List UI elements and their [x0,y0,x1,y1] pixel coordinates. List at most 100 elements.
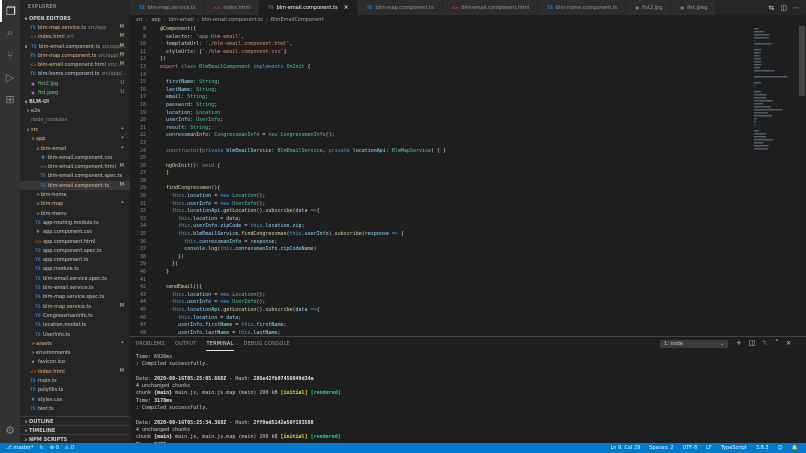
new-terminal-icon[interactable]: + [736,339,742,348]
breadcrumb-item[interactable]: BlmEmailComponent [271,17,324,23]
file-item[interactable]: <>index.html M [20,367,130,376]
project-header[interactable]: v BLM-UI [20,97,130,106]
editor-tab[interactable]: TS blm-email.component.ts × [259,0,358,15]
code-line[interactable]: 21 result: String; [130,125,806,133]
code-line[interactable]: 15 firstName: String; [130,79,806,87]
code-line[interactable]: 26 ngOnInit(): void { [130,163,806,171]
file-item[interactable]: <>app.component.html [20,237,130,246]
sync-icon[interactable]: ↻ [40,443,44,453]
panel-tab[interactable]: DEBUG CONSOLE [244,337,290,351]
file-item[interactable]: # blm-email.component.css [20,153,130,162]
file-item[interactable]: ★ favicon.ico [20,357,130,366]
breadcrumb-item[interactable]: src [136,17,143,23]
code-line[interactable]: 46 this.location = data; [130,315,806,323]
file-item[interactable]: TS main.ts [20,376,130,385]
file-item[interactable]: TS blm-map.service.spec.ts [20,292,130,301]
code-line[interactable]: 42 sendEmail(){ [130,284,806,292]
file-item[interactable]: TS polyfills.ts [20,385,130,394]
errors-count[interactable]: ⊗ 0 [50,443,59,453]
open-editor-item[interactable]: <>index.html src M [20,32,130,41]
file-item[interactable]: TS test.ts [20,404,130,413]
file-item[interactable]: TS blm-email.service.spec.ts [20,274,130,283]
code-line[interactable]: 20 userInfo: UserInfo; [130,117,806,125]
maximize-panel-icon[interactable]: ˄ [775,339,779,348]
source-control-icon[interactable]: ⑂ [0,44,20,66]
open-editor-item[interactable]: × TS blm-email.component.ts src/app/... M [20,42,130,51]
terminal-select[interactable]: 1: node ⌄ [660,340,728,348]
code-line[interactable]: 17 email: String; [130,94,806,102]
timeline-section[interactable]: >TIMELINE [20,425,130,434]
code-line[interactable]: 12}) [130,56,806,64]
folder-item[interactable]: >blm-menu [20,209,130,218]
code-line[interactable]: 43 this.location = new Location(); [130,292,806,300]
editor-tab[interactable]: TS blm-map.component.ts [357,0,443,15]
code-line[interactable]: 32 this.locationApi.getLocation().subscr… [130,208,806,216]
folder-item[interactable]: >blm-home [20,190,130,199]
code-line[interactable]: 44 this.userInfo = new UserInfo(); [130,299,806,307]
panel-tab[interactable]: OUTPUT [175,337,197,351]
folder-item[interactable]: node_modules [20,116,130,125]
file-item[interactable]: TS blm-email.service.ts [20,283,130,292]
code-line[interactable]: 31 this.userInfo = new UserInfo(); [130,201,806,209]
file-item[interactable]: TS blm-email.component.ts M [20,180,130,191]
code-line[interactable]: 47 userInfo.firstName = this.firstName; [130,322,806,330]
folder-item[interactable]: v blm-email • [20,144,130,153]
editor-tab[interactable]: <> blm-email.component.html [442,0,539,15]
code-line[interactable]: 41 [130,277,806,285]
open-editors-header[interactable]: v OPEN EDITORS [20,14,130,23]
code-line[interactable]: 45 this.locationApi.getLocation().subscr… [130,307,806,315]
panel-tab[interactable]: TERMINAL [206,337,234,351]
more-actions-icon[interactable]: ⋯ [793,4,800,12]
code-line[interactable]: 9 selector: 'app-blm-email', [130,34,806,42]
explorer-icon[interactable]: ❐ [0,0,20,22]
code-line[interactable]: 16 lastName: String; [130,87,806,95]
folder-item[interactable]: >e2e [20,106,130,115]
line-ending[interactable]: LF [706,443,712,453]
settings-gear-icon[interactable]: ⚙ [0,419,20,441]
code-line[interactable]: 35 this.blmEmailService.findCongressman(… [130,231,806,239]
split-editor-icon[interactable]: ◫ [780,4,787,12]
code-line[interactable]: 24 constructor(private blmEmailService: … [130,148,806,156]
file-item[interactable]: TS UserInfo.ts [20,330,130,339]
cursor-position[interactable]: Ln 9, Col 29 [610,443,640,453]
notifications-icon[interactable]: 🔔 [792,443,798,453]
run-debug-icon[interactable]: ▷ [0,66,20,88]
open-editor-item[interactable]: ▣ fist.jpeg U [20,88,130,97]
editor-tab[interactable]: TS blm-home.component.ts [538,0,627,15]
open-editor-item[interactable]: <>blm-email.component.html src/... M [20,60,130,69]
code-line[interactable]: 37 console.log(this.conressmanInfo.zipCo… [130,246,806,254]
code-line[interactable]: 34 this.userInfo.zipCode = this.location… [130,223,806,231]
warnings-count[interactable]: ⚠ 0 [65,443,74,453]
close-panel-icon[interactable]: × [786,339,792,348]
file-item[interactable]: # styles.css [20,395,130,404]
code-line[interactable]: 8 @Component({ [130,26,806,34]
open-editor-item[interactable]: TS blm-map.service.ts src/app M [20,23,130,32]
editor-tab[interactable]: <> index.html [204,0,259,15]
search-icon[interactable]: ⌕ [0,22,20,44]
editor-tab[interactable]: ▣ fist2.jpg [626,0,672,15]
code-lines[interactable]: 8 @Component({9 selector: 'app-blm-email'… [130,26,806,336]
code-line[interactable]: 11 styleUrls: ['./blm-email.component.cs… [130,49,806,57]
code-line[interactable]: 19 location: Location [130,110,806,118]
code-line[interactable]: 30 this.location = new Location(); [130,193,806,201]
open-editor-item[interactable]: ▣ fist2.jpg U [20,79,130,88]
terminal-output[interactable]: Time: 6926ms: Compiled successfully. Date… [130,351,806,453]
code-line[interactable]: 22 conressmanInfo: CongressmanInfo = new… [130,132,806,140]
code-line[interactable]: 27 } [130,170,806,178]
feedback-icon[interactable]: ☺ [778,443,783,453]
file-item[interactable]: TS app-routing.module.ts [20,218,130,227]
git-branch[interactable]: ⎇ master* [6,443,34,453]
split-terminal-icon[interactable]: ◫ [749,339,756,348]
code-line[interactable]: 40 } [130,269,806,277]
code-line[interactable]: 18 password: String; [130,102,806,110]
file-item[interactable]: TS blm-email.component.spec.ts [20,171,130,180]
code-line[interactable]: 29 findCongressmen(){ [130,185,806,193]
code-line[interactable]: 10 templateUrl: './blm-email.component.h… [130,41,806,49]
breadcrumb-item[interactable]: blm-email [169,17,194,23]
folder-item[interactable]: v app • [20,134,130,143]
file-item[interactable]: <>blm-email.component.html M [20,162,130,171]
extensions-icon[interactable]: ⊞ [0,88,20,110]
outline-section[interactable]: >OUTLINE [20,416,130,425]
code-line[interactable]: 14 [130,72,806,80]
breadcrumb-item[interactable]: app [151,17,160,23]
